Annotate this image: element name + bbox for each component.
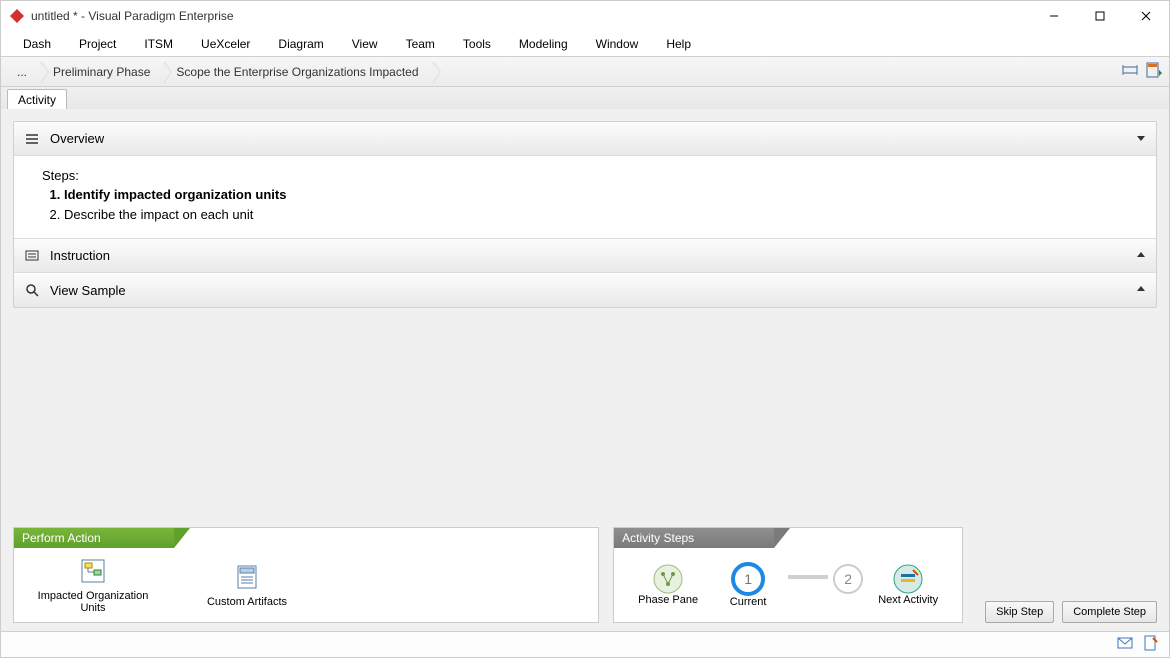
toolbar-icon-2[interactable] xyxy=(1145,61,1163,82)
step-1: Identify impacted organization units xyxy=(64,185,1128,205)
step-buttons: Skip Step Complete Step xyxy=(985,527,1157,623)
step-2-node[interactable]: 2 xyxy=(828,564,868,606)
complete-step-button[interactable]: Complete Step xyxy=(1062,601,1157,623)
step-connector xyxy=(788,575,828,579)
menu-help[interactable]: Help xyxy=(652,33,705,55)
step-2-circle: 2 xyxy=(833,564,863,594)
status-bar xyxy=(1,631,1169,657)
instruction-title: Instruction xyxy=(50,248,110,263)
note-icon[interactable] xyxy=(1143,635,1159,654)
chevron-up-icon xyxy=(1136,249,1146,263)
magnifier-icon xyxy=(24,283,40,297)
current-label: Current xyxy=(730,596,767,608)
chevron-down-icon xyxy=(1136,132,1146,146)
activity-steps-title: Activity Steps xyxy=(614,528,774,548)
step-2: Describe the impact on each unit xyxy=(64,205,1128,225)
phase-pane-node[interactable]: Phase Pane xyxy=(628,564,708,606)
hamburger-icon xyxy=(24,132,40,146)
chevron-up-icon xyxy=(1136,283,1146,297)
tab-activity[interactable]: Activity xyxy=(7,89,67,109)
menu-tools[interactable]: Tools xyxy=(449,33,505,55)
steps-label: Steps: xyxy=(42,168,1128,183)
menu-project[interactable]: Project xyxy=(65,33,130,55)
menu-itsm[interactable]: ITSM xyxy=(130,33,187,55)
menu-view[interactable]: View xyxy=(338,33,392,55)
overview-title: Overview xyxy=(50,131,104,146)
menu-modeling[interactable]: Modeling xyxy=(505,33,582,55)
phase-pane-icon xyxy=(653,564,683,594)
perform-action-panel: Perform Action Impacted Organization Uni… xyxy=(13,527,599,623)
next-activity-icon xyxy=(893,564,923,594)
maximize-button[interactable] xyxy=(1077,1,1123,31)
menu-window[interactable]: Window xyxy=(582,33,653,55)
phase-pane-label: Phase Pane xyxy=(638,594,698,606)
accordion: Overview Steps: Identify impacted organi… xyxy=(13,121,1157,308)
instruction-icon xyxy=(24,249,40,263)
org-units-icon xyxy=(78,556,108,586)
main-area: Overview Steps: Identify impacted organi… xyxy=(1,109,1169,631)
action-label: Custom Artifacts xyxy=(207,596,287,608)
breadcrumb-root[interactable]: ... xyxy=(7,61,43,83)
tab-row: Activity xyxy=(1,87,1169,109)
action-label: Impacted Organization Units xyxy=(28,590,158,614)
action-impacted-org-units[interactable]: Impacted Organization Units xyxy=(28,556,158,614)
next-activity-label: Next Activity xyxy=(878,594,938,606)
action-custom-artifacts[interactable]: Custom Artifacts xyxy=(182,562,312,608)
skip-step-button[interactable]: Skip Step xyxy=(985,601,1054,623)
activity-steps-panel: Activity Steps Phase Pane 1 Current 2 xyxy=(613,527,963,623)
step-1-circle: 1 xyxy=(731,562,765,596)
menu-bar: Dash Project ITSM UeXceler Diagram View … xyxy=(1,31,1169,57)
app-icon xyxy=(9,8,25,24)
overview-header[interactable]: Overview xyxy=(14,122,1156,156)
menu-dash[interactable]: Dash xyxy=(9,33,65,55)
current-step-node[interactable]: 1 Current xyxy=(708,562,788,608)
instruction-header[interactable]: Instruction xyxy=(14,239,1156,273)
breadcrumb-phase[interactable]: Preliminary Phase xyxy=(43,61,166,83)
window-title: untitled * - Visual Paradigm Enterprise xyxy=(31,9,234,23)
breadcrumb: ... Preliminary Phase Scope the Enterpri… xyxy=(7,61,435,83)
overview-body: Steps: Identify impacted organization un… xyxy=(14,156,1156,239)
next-activity-node[interactable]: Next Activity xyxy=(868,564,948,606)
artifacts-icon xyxy=(232,562,262,592)
mail-icon[interactable] xyxy=(1117,635,1133,654)
breadcrumb-activity[interactable]: Scope the Enterprise Organizations Impac… xyxy=(166,61,434,83)
menu-uexceler[interactable]: UeXceler xyxy=(187,33,264,55)
perform-action-title: Perform Action xyxy=(14,528,174,548)
view-sample-title: View Sample xyxy=(50,283,126,298)
toolbar-icon-1[interactable] xyxy=(1121,61,1139,82)
title-bar: untitled * - Visual Paradigm Enterprise xyxy=(1,1,1169,31)
breadcrumb-bar: ... Preliminary Phase Scope the Enterpri… xyxy=(1,57,1169,87)
view-sample-header[interactable]: View Sample xyxy=(14,273,1156,307)
close-button[interactable] xyxy=(1123,1,1169,31)
minimize-button[interactable] xyxy=(1031,1,1077,31)
menu-diagram[interactable]: Diagram xyxy=(264,33,337,55)
bottom-region: Perform Action Impacted Organization Uni… xyxy=(13,527,1157,627)
menu-team[interactable]: Team xyxy=(392,33,449,55)
